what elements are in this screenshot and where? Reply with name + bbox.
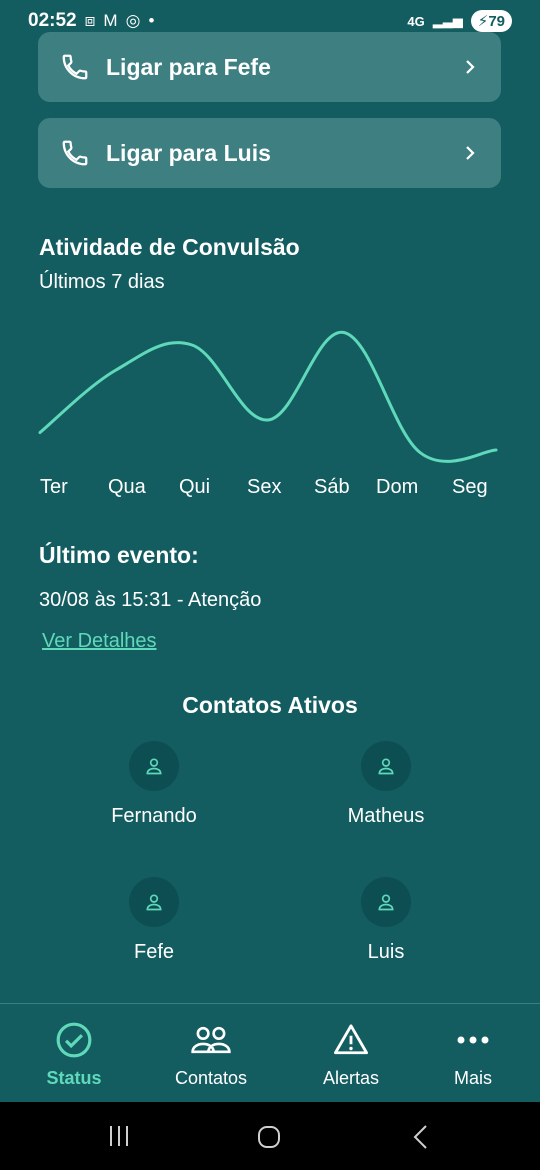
bottom-navigation: Status Contatos Alertas Mais (0, 1003, 540, 1102)
chart-day-label: Qua (108, 476, 146, 498)
warning-icon (291, 1022, 411, 1058)
more-icon (413, 1022, 533, 1058)
signal-icon: ▂▃▅ (432, 13, 463, 28)
call-fefe-button[interactable]: Ligar para Fefe (38, 32, 501, 102)
status-right: 4G ▂▃▅ ⚡79 (407, 10, 512, 32)
network-label: 4G (407, 13, 425, 29)
battery-level: 79 (488, 13, 505, 30)
whatsapp-icon: ◎ (125, 11, 141, 30)
nav-contacts-label: Contatos (174, 1068, 248, 1088)
contact-name: Fernando (111, 805, 197, 827)
chevron-right-icon (466, 146, 475, 160)
nav-more[interactable]: Mais (413, 1022, 533, 1089)
phone-icon (62, 140, 88, 166)
chart-day-label: Ter (40, 476, 68, 498)
nav-status-label: Status (46, 1068, 102, 1088)
chart-day-label: Qui (179, 476, 211, 498)
people-icon (151, 1022, 271, 1058)
person-icon (378, 758, 394, 775)
avatar (129, 741, 179, 791)
chart-day-label: Dom (376, 476, 419, 498)
last-event-text: 30/08 às 15:31 - Atenção (39, 589, 262, 611)
chart-day-label: Sex (247, 476, 282, 498)
nav-more-label: Mais (453, 1068, 492, 1088)
screenshot-icon: ⧈ (84, 11, 96, 30)
call-fefe-label: Ligar para Fefe (106, 53, 271, 80)
chart-day-labels: Ter Qua Qui Sex Sáb Dom Seg (40, 476, 500, 502)
view-details-link[interactable]: Ver Detalhes (42, 630, 157, 653)
contact-fefe[interactable]: Fefe (54, 877, 254, 964)
home-icon[interactable] (256, 1124, 282, 1150)
contact-name: Fefe (133, 941, 175, 963)
notification-dot-icon: • (148, 11, 155, 30)
activity-subtitle: Últimos 7 dias (39, 271, 165, 293)
avatar (129, 877, 179, 927)
contact-luis[interactable]: Luis (286, 877, 486, 964)
chart-day-label: Seg (452, 476, 488, 498)
contact-matheus[interactable]: Matheus (286, 741, 486, 828)
back-icon[interactable] (410, 1124, 432, 1150)
last-event-title: Último evento: (39, 542, 199, 568)
nav-alerts[interactable]: Alertas (291, 1022, 411, 1089)
seizure-activity-chart (38, 330, 498, 463)
call-luis-button[interactable]: Ligar para Luis (38, 118, 501, 188)
nav-status[interactable]: Status (14, 1022, 134, 1089)
status-left: 02:52 ⧈ M ◎ • (28, 10, 154, 32)
nav-alerts-label: Alertas (322, 1068, 380, 1088)
avatar (361, 877, 411, 927)
contact-name: Matheus (347, 805, 425, 827)
activity-title: Atividade de Convulsão (39, 234, 300, 260)
person-icon (146, 758, 162, 775)
person-icon (146, 894, 162, 911)
chart-day-label: Sáb (314, 476, 350, 498)
system-navigation-bar (0, 1102, 540, 1170)
active-contacts-title: Contatos Ativos (182, 692, 358, 718)
chart-series-line (38, 330, 498, 463)
contact-name: Luis (367, 941, 405, 963)
call-luis-label: Ligar para Luis (106, 139, 271, 166)
check-circle-icon (14, 1022, 134, 1058)
phone-icon (62, 54, 88, 80)
recent-apps-icon[interactable] (107, 1124, 131, 1148)
person-icon (378, 894, 394, 911)
battery-indicator: ⚡79 (470, 10, 512, 32)
gmail-icon: M (103, 11, 118, 30)
nav-contacts[interactable]: Contatos (151, 1022, 271, 1089)
chevron-right-icon (466, 60, 475, 74)
contact-fernando[interactable]: Fernando (54, 741, 254, 828)
avatar (361, 741, 411, 791)
status-time: 02:52 (28, 10, 77, 31)
